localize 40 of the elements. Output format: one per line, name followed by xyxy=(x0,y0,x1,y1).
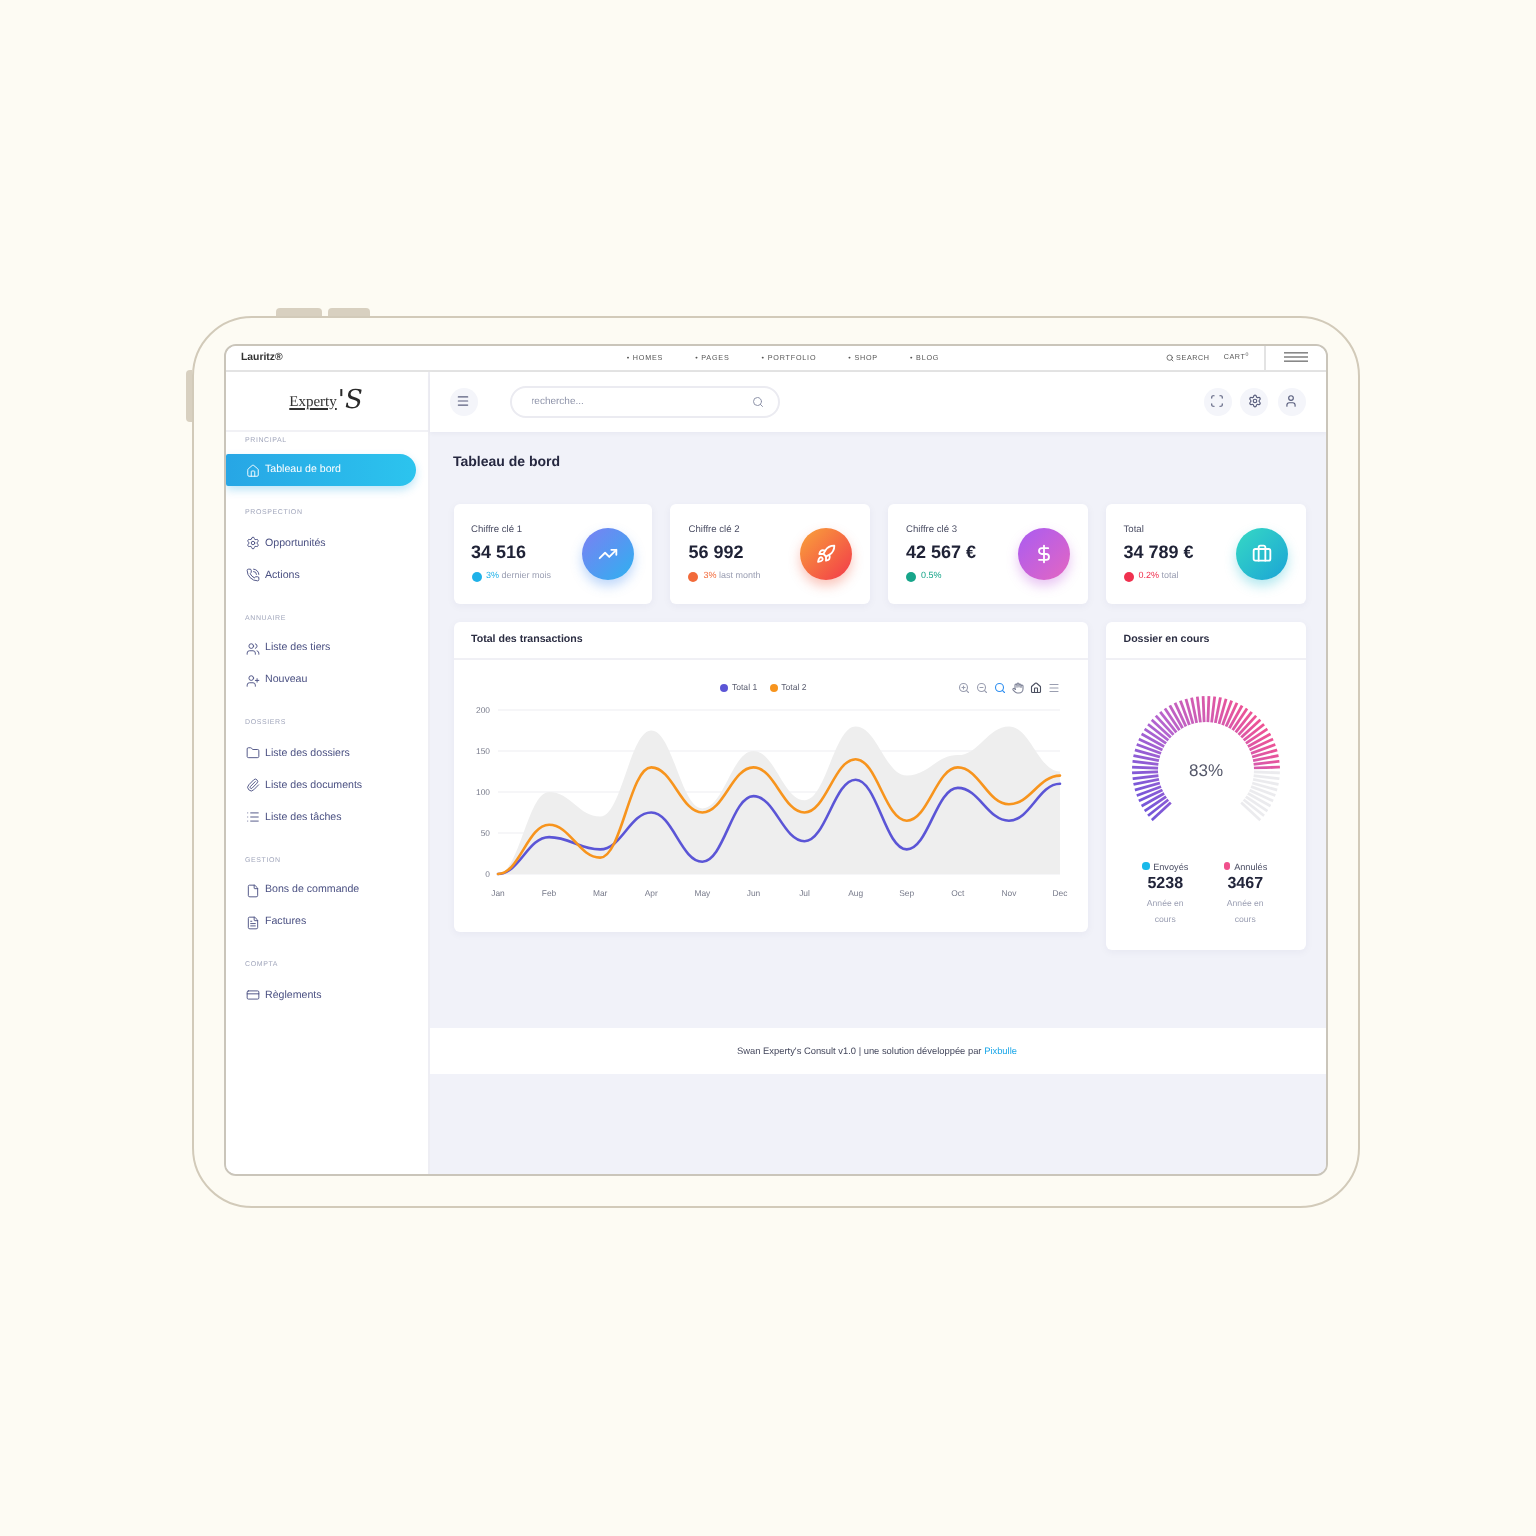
menu-button[interactable] xyxy=(449,387,477,415)
stat-value: 34 789 € xyxy=(1123,541,1194,564)
dollar-icon xyxy=(1017,527,1070,579)
user-icon xyxy=(1284,394,1298,408)
fullscreen-button[interactable] xyxy=(1203,387,1231,415)
logo-mark: 'S xyxy=(337,387,363,413)
search-icon xyxy=(1165,353,1174,361)
zoom-in-icon[interactable] xyxy=(957,681,970,693)
stat-value: 42 567 € xyxy=(906,541,977,564)
menu-icon[interactable] xyxy=(1047,681,1060,693)
search-icon[interactable] xyxy=(993,681,1006,693)
settings-button[interactable] xyxy=(1240,387,1268,415)
hand-icon[interactable] xyxy=(1011,681,1024,693)
search-icon xyxy=(751,395,763,407)
list-icon xyxy=(245,810,259,824)
stat-value: 56 992 xyxy=(688,541,744,564)
credit-card-icon xyxy=(245,988,259,1002)
home-icon[interactable] xyxy=(1029,681,1042,693)
gear-icon xyxy=(245,536,259,550)
home-icon xyxy=(245,463,259,477)
folder-icon xyxy=(245,746,259,760)
stat-value: 34 516 xyxy=(471,541,527,564)
menu-icon xyxy=(456,394,470,408)
legend-value: 3467 xyxy=(1227,873,1264,893)
briefcase-icon xyxy=(1235,527,1287,579)
fullscreen-icon xyxy=(1210,394,1224,408)
phone-icon xyxy=(245,568,259,582)
menu-icon[interactable] xyxy=(1283,352,1307,362)
rocket-icon xyxy=(800,527,852,579)
user-button[interactable] xyxy=(1277,387,1305,415)
paperclip-icon xyxy=(245,778,259,792)
user-plus-icon xyxy=(245,673,259,687)
legend-value: 5238 xyxy=(1147,873,1184,893)
file-icon xyxy=(245,883,259,897)
gauge-reading: 83% xyxy=(1188,759,1223,779)
users-icon xyxy=(245,641,259,655)
trend-up-icon xyxy=(582,527,635,579)
zoom-out-icon[interactable] xyxy=(975,681,988,693)
document-icon xyxy=(245,915,259,929)
settings-icon xyxy=(1247,394,1261,408)
